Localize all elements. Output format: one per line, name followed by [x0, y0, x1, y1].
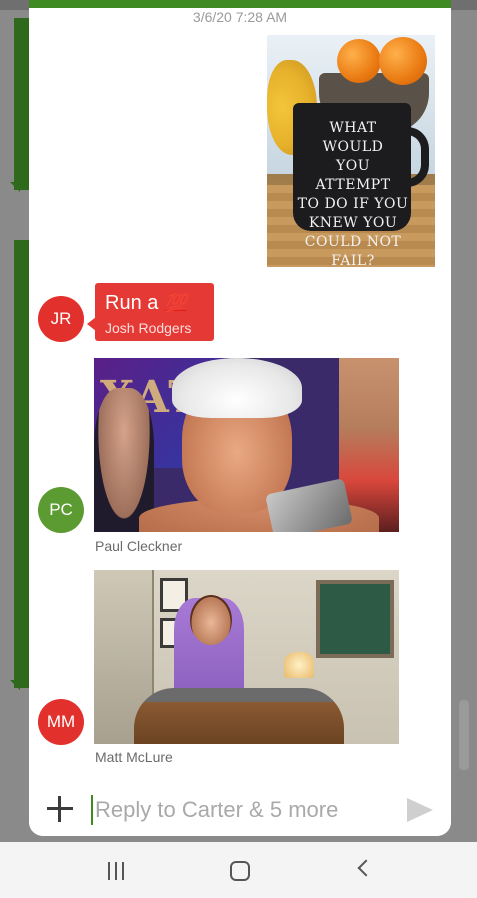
gif-woman-head [190, 595, 232, 645]
background-message-tail [10, 680, 20, 690]
photo-orange [379, 37, 427, 85]
avatar-jr[interactable]: JR [38, 296, 84, 342]
card-accent-bar [29, 0, 451, 8]
background-message-strip [14, 240, 30, 688]
avatar-pc[interactable]: PC [38, 487, 84, 533]
background-message-strip [14, 18, 30, 190]
avatar-initials: MM [46, 712, 76, 731]
message-body: Run a [105, 292, 159, 314]
plus-icon[interactable] [47, 796, 73, 822]
avatar-mm[interactable]: MM [38, 699, 84, 745]
mug-printed-text: WHAT WOULD YOU ATTEMPT TO DO IF YOU KNEW… [297, 120, 409, 267]
system-navigation-bar [0, 842, 477, 898]
sent-image-mug[interactable]: WHAT WOULD YOU ATTEMPT TO DO IF YOU KNEW… [267, 35, 435, 267]
gif-wrestler-hair [172, 358, 302, 418]
gif-reception-desk [134, 688, 344, 744]
avatar-initials: JR [50, 309, 72, 328]
send-icon[interactable] [407, 798, 433, 822]
message-sender: Matt McLure [95, 749, 173, 765]
avatar-initials: PC [49, 500, 73, 519]
home-icon[interactable] [230, 861, 250, 881]
recents-icon[interactable] [106, 862, 126, 880]
hundred-points-emoji: 💯 [163, 293, 187, 314]
message-sender: Josh Rodgers [105, 320, 192, 336]
gif-office-board [316, 580, 394, 658]
message-bubble-jr[interactable]: Run a 💯 Josh Rodgers [87, 283, 214, 341]
conversation-card: 3/6/20 7:28 AM WHAT WOULD YOU ATTEMPT TO… [29, 0, 451, 836]
photo-orange [337, 39, 381, 83]
message-sender: Paul Cleckner [95, 538, 183, 554]
reply-composer [29, 786, 451, 836]
gif-message-office[interactable] [94, 570, 399, 744]
back-icon[interactable] [357, 859, 375, 877]
gif-desk-lamp [284, 652, 314, 678]
message-timestamp: 3/6/20 7:28 AM [192, 9, 288, 25]
gif-message-wrestler[interactable]: XAT [94, 358, 399, 532]
bubble-tail [87, 317, 96, 331]
background-scroll-shadow [459, 700, 469, 770]
background-message-tail [10, 182, 20, 192]
message-text: Run a 💯 [105, 291, 204, 316]
reply-input[interactable] [91, 795, 391, 825]
